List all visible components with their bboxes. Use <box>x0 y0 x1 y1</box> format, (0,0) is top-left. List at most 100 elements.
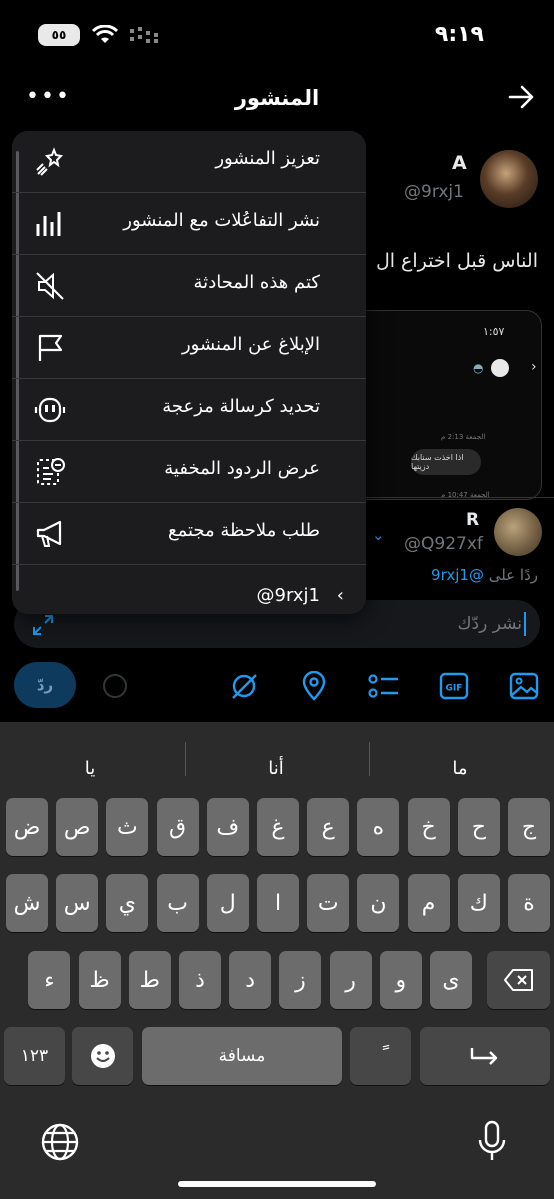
key[interactable]: و <box>379 951 422 1009</box>
menu-item-label: طلب ملاحظة مجتمع <box>167 520 320 541</box>
analytics-icon <box>34 208 66 240</box>
key[interactable]: ص <box>56 798 99 856</box>
key[interactable]: غ <box>257 798 299 856</box>
author-name[interactable]: A <box>452 152 467 174</box>
gif-icon[interactable]: GIF <box>436 668 472 704</box>
megaphone-icon <box>34 518 66 550</box>
menu-item-hidden-replies[interactable]: عرض الردود المخفية <box>12 441 366 503</box>
numbers-key[interactable]: ١٢٣ <box>4 1027 65 1085</box>
key[interactable]: ف <box>206 798 249 856</box>
menu-item-boost[interactable]: تعزيز المنشور <box>12 131 366 193</box>
suggestion-item[interactable]: يا <box>0 758 180 779</box>
reply-placeholder: نشر ردّك <box>457 614 522 634</box>
key[interactable]: ث <box>106 798 149 856</box>
menu-item-report-post[interactable]: الإبلاغ عن المنشور <box>12 317 366 379</box>
emoji-icon[interactable] <box>72 1027 133 1085</box>
menu-item-mute-conversation[interactable]: كتم هذه المحادثة <box>12 255 366 317</box>
key[interactable]: ل <box>206 874 249 932</box>
key[interactable]: ض <box>6 798 48 856</box>
key[interactable]: ج <box>508 798 550 856</box>
globe-icon[interactable] <box>40 1122 80 1166</box>
media-ghost-icon: ◓ <box>473 361 484 375</box>
media-time: ١:٥٧ <box>483 325 505 338</box>
hidden-replies-icon <box>34 456 66 488</box>
location-icon[interactable] <box>296 668 332 704</box>
page-title: المنشور <box>234 86 320 110</box>
reply-author-handle[interactable]: @Q927xf <box>404 534 483 554</box>
back-arrow-icon[interactable] <box>508 84 536 114</box>
menu-footer-handle: @9rxj1 <box>256 585 320 606</box>
suggestion-item[interactable]: أنا <box>186 758 366 779</box>
key[interactable]: س <box>56 874 99 932</box>
suggestion-item[interactable]: ما <box>370 758 550 779</box>
grok-icon[interactable] <box>226 668 262 704</box>
key[interactable]: ا <box>257 874 299 932</box>
key[interactable]: ه <box>357 798 400 856</box>
home-indicator <box>178 1181 376 1187</box>
backspace-key[interactable] <box>487 951 550 1009</box>
image-icon[interactable] <box>506 668 542 704</box>
author-handle[interactable]: @9rxj1 <box>404 182 464 202</box>
poll-icon[interactable] <box>366 668 402 704</box>
post-text: الناس قبل اختراع ال <box>375 250 538 272</box>
robot-icon <box>34 394 66 426</box>
reply-author-avatar[interactable] <box>494 508 542 556</box>
menu-item-community-note[interactable]: طلب ملاحظة مجتمع <box>12 503 366 565</box>
media-chevron-icon: › <box>531 359 537 375</box>
space-key[interactable]: مسافة <box>142 1027 342 1085</box>
menu-item-post-analytics[interactable]: نشر التفاعُلات مع المنشور <box>12 193 366 255</box>
cellular-signal-icon <box>130 27 158 43</box>
key[interactable]: ب <box>156 874 199 932</box>
mute-icon <box>34 270 66 302</box>
chevron-left-icon: ‹ <box>336 585 344 606</box>
key[interactable]: ط <box>128 951 171 1009</box>
post-options-menu: تعزيز المنشور نشر التفاعُلات مع المنشور … <box>12 131 366 614</box>
microphone-icon[interactable] <box>476 1120 508 1168</box>
key[interactable]: ز <box>279 951 322 1009</box>
key[interactable]: ق <box>156 798 199 856</box>
menu-item-mark-spam[interactable]: تحديد كرسالة مزعجة <box>12 379 366 441</box>
replying-to-prefix: ردًا على <box>488 566 538 584</box>
menu-item-author-profile[interactable]: @9rxj1 ‹ <box>12 579 366 614</box>
key[interactable]: ت <box>307 874 350 932</box>
menu-item-label: عرض الردود المخفية <box>164 458 320 479</box>
key[interactable]: ش <box>6 874 48 932</box>
key[interactable]: ى <box>430 951 472 1009</box>
key[interactable]: م <box>407 874 450 932</box>
key[interactable]: ظ <box>78 951 121 1009</box>
key[interactable]: ر <box>329 951 372 1009</box>
expand-icon[interactable] <box>32 614 54 640</box>
status-time: ٩:١٩ <box>434 22 484 47</box>
diacritic-key[interactable]: ً <box>350 1027 411 1085</box>
key[interactable]: ذ <box>179 951 221 1009</box>
media-avatar-dot <box>491 359 509 377</box>
key[interactable]: ي <box>106 874 149 932</box>
key[interactable]: د <box>229 951 272 1009</box>
key[interactable]: ع <box>307 798 350 856</box>
status-indicators: ٥٥ <box>38 24 160 46</box>
svg-text:GIF: GIF <box>446 684 463 694</box>
reply-author-name[interactable]: R <box>466 510 479 530</box>
boost-icon <box>34 146 66 178</box>
menu-item-label: تعزيز المنشور <box>215 148 320 169</box>
menu-item-label: كتم هذه المحادثة <box>193 272 320 293</box>
replying-to: ردًا على @9rxj1 <box>431 566 538 584</box>
post-media[interactable]: ١:٥٧ › ◓ الجمعة 2:13 م اذا اخذت سنابك دز… <box>352 310 542 500</box>
replying-to-handle[interactable]: @9rxj1 <box>431 566 484 584</box>
battery-indicator: ٥٥ <box>38 24 80 46</box>
divider <box>352 497 554 498</box>
key[interactable]: ن <box>357 874 400 932</box>
keyboard: يا أنا ما جحخهعغفقثصض ةكمنتالبيسش ىورزدذ… <box>0 722 554 1199</box>
character-count-circle <box>103 674 127 698</box>
reply-button[interactable]: ردّ <box>14 662 76 708</box>
text-cursor <box>524 612 526 636</box>
chevron-down-icon[interactable]: ⌄ <box>372 526 385 544</box>
author-avatar[interactable] <box>480 150 538 208</box>
key[interactable]: ة <box>508 874 550 932</box>
key[interactable]: ء <box>28 951 71 1009</box>
return-key[interactable] <box>420 1027 550 1085</box>
key[interactable]: ح <box>457 798 500 856</box>
key[interactable]: خ <box>407 798 450 856</box>
key[interactable]: ك <box>457 874 500 932</box>
flag-icon <box>34 332 66 364</box>
